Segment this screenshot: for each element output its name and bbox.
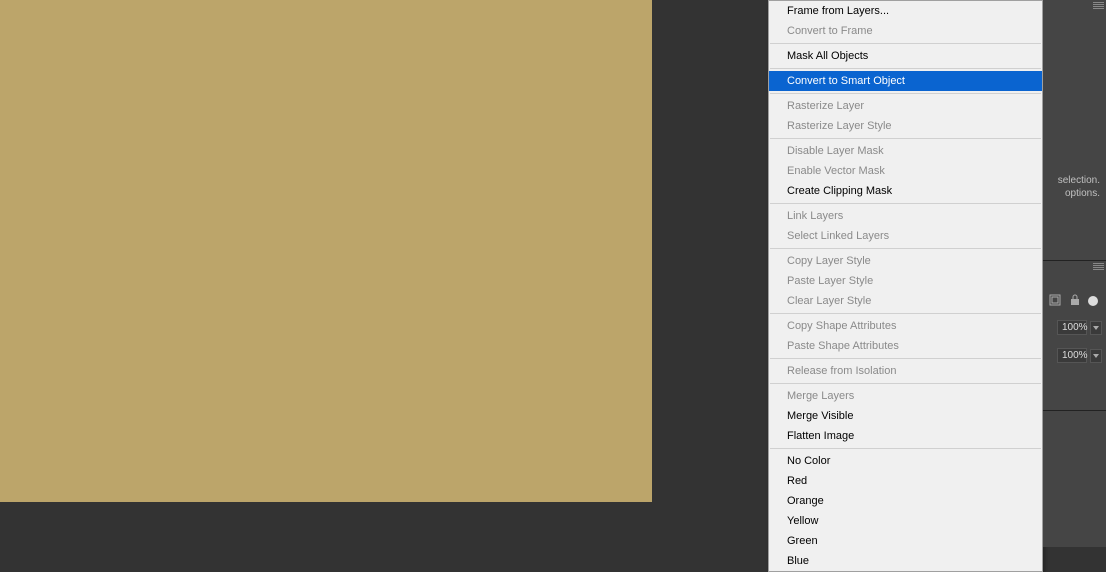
menu-item[interactable]: No Color xyxy=(769,451,1042,471)
menu-item: Convert to Frame xyxy=(769,21,1042,41)
opacity-value[interactable]: 100% xyxy=(1057,320,1087,335)
menu-separator xyxy=(770,313,1041,314)
circle-icon[interactable] xyxy=(1086,294,1100,308)
menu-separator xyxy=(770,93,1041,94)
menu-item[interactable]: Blue xyxy=(769,551,1042,571)
menu-item: Paste Shape Attributes xyxy=(769,336,1042,356)
menu-item: Select Linked Layers xyxy=(769,226,1042,246)
menu-separator xyxy=(770,138,1041,139)
fill-field[interactable]: 100% xyxy=(1057,348,1102,363)
menu-item: Clear Layer Style xyxy=(769,291,1042,311)
menu-item[interactable]: Convert to Smart Object xyxy=(769,71,1042,91)
hint-text: selection. xyxy=(1058,175,1100,186)
menu-item[interactable]: Merge Visible xyxy=(769,406,1042,426)
menu-item: Paste Layer Style xyxy=(769,271,1042,291)
menu-item: Disable Layer Mask xyxy=(769,141,1042,161)
dropdown-caret-icon[interactable] xyxy=(1090,349,1102,363)
menu-item[interactable]: Green xyxy=(769,531,1042,551)
right-panel: selection. options. 100% 100% xyxy=(1043,0,1106,547)
menu-item[interactable]: Orange xyxy=(769,491,1042,511)
menu-item: Merge Layers xyxy=(769,386,1042,406)
menu-separator xyxy=(770,383,1041,384)
menu-item[interactable]: Red xyxy=(769,471,1042,491)
menu-separator xyxy=(770,68,1041,69)
menu-item[interactable]: Flatten Image xyxy=(769,426,1042,446)
menu-item: Rasterize Layer xyxy=(769,96,1042,116)
hint-text: options. xyxy=(1065,188,1100,199)
menu-separator xyxy=(770,358,1041,359)
panel-menu-icon[interactable] xyxy=(1093,2,1104,10)
panel-menu-icon[interactable] xyxy=(1093,263,1104,271)
dropdown-caret-icon[interactable] xyxy=(1090,321,1102,335)
menu-separator xyxy=(770,43,1041,44)
menu-item[interactable]: Yellow xyxy=(769,511,1042,531)
fill-value[interactable]: 100% xyxy=(1057,348,1087,363)
menu-item: Release from Isolation xyxy=(769,361,1042,381)
square-icon[interactable] xyxy=(1048,293,1062,307)
canvas[interactable] xyxy=(0,0,652,502)
menu-item: Copy Shape Attributes xyxy=(769,316,1042,336)
menu-item: Rasterize Layer Style xyxy=(769,116,1042,136)
menu-separator xyxy=(770,248,1041,249)
menu-separator xyxy=(770,448,1041,449)
menu-item[interactable]: Mask All Objects xyxy=(769,46,1042,66)
menu-item[interactable]: Frame from Layers... xyxy=(769,1,1042,21)
menu-item: Link Layers xyxy=(769,206,1042,226)
opacity-field[interactable]: 100% xyxy=(1057,320,1102,335)
menu-item: Copy Layer Style xyxy=(769,251,1042,271)
lock-icon[interactable] xyxy=(1068,293,1082,307)
layer-context-menu: Frame from Layers...Convert to Frame Mask… xyxy=(768,0,1043,572)
menu-item[interactable]: Create Clipping Mask xyxy=(769,181,1042,201)
menu-separator xyxy=(770,203,1041,204)
menu-item: Enable Vector Mask xyxy=(769,161,1042,181)
